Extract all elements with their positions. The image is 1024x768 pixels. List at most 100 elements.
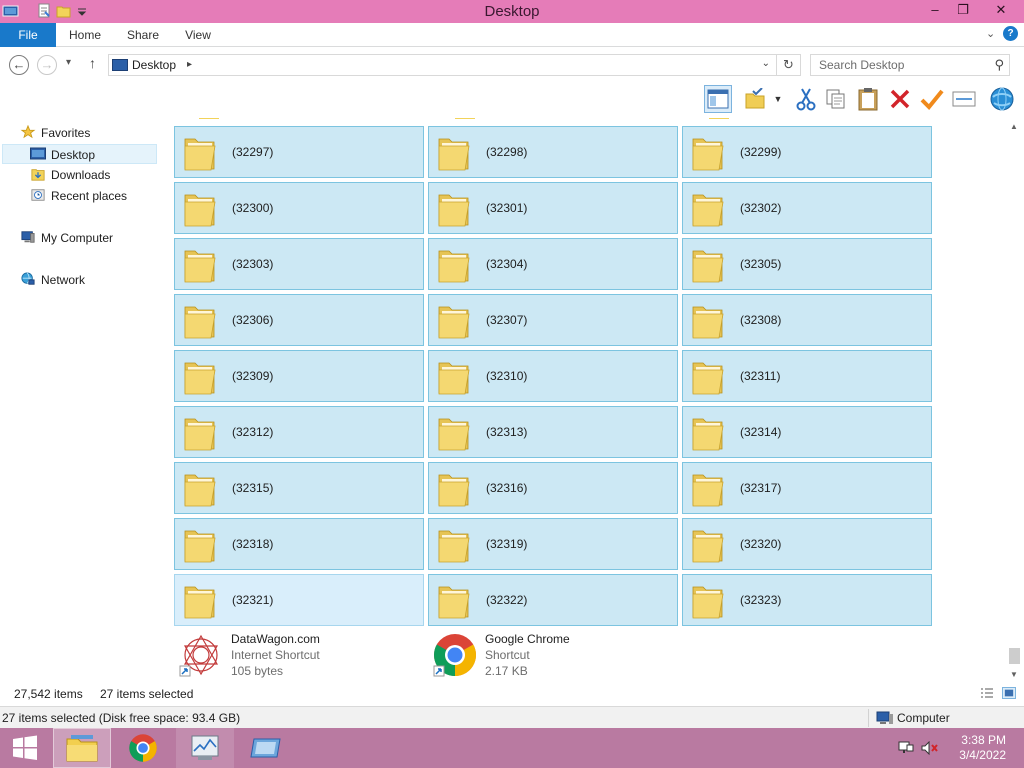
downloads-folder-icon [31, 169, 45, 181]
sidebar-item-favorites[interactable]: Favorites [20, 123, 90, 143]
back-button[interactable]: ← [9, 55, 29, 75]
search-icon[interactable]: ⚲ [994, 57, 1004, 73]
chrome-icon [129, 734, 157, 762]
forward-button[interactable]: → [37, 55, 57, 75]
folder-item[interactable]: (32300) [174, 182, 424, 234]
volume-muted-icon[interactable] [921, 741, 939, 755]
folder-item[interactable]: (32320) [682, 518, 932, 570]
tab-share[interactable]: Share [120, 23, 166, 47]
sidebar-item-desktop[interactable]: Desktop [2, 144, 157, 164]
recent-locations-icon[interactable]: ▾ [66, 57, 71, 68]
sidebar-item-label: Network [41, 273, 86, 287]
folder-item[interactable]: (32297) [174, 126, 424, 178]
shortcut-datawagon[interactable]: DataWagon.com Internet Shortcut 105 byte… [174, 630, 424, 683]
folder-name: (32302) [740, 201, 782, 215]
sidebar-item-downloads[interactable]: Downloads [30, 165, 110, 185]
folder-item[interactable]: (32311) [682, 350, 932, 402]
search-box[interactable]: Search Desktop ⚲ [810, 54, 1010, 76]
globe-icon [990, 87, 1014, 111]
folder-item[interactable]: (32309) [174, 350, 424, 402]
globe-button[interactable] [988, 85, 1016, 113]
select-menu-dropdown-icon[interactable]: ▼ [770, 85, 786, 113]
folder-item[interactable]: (32313) [428, 406, 678, 458]
folder-name: (32323) [740, 593, 782, 607]
ribbon-tabs: File Home Share View ⌄ ? [0, 23, 1024, 47]
scroll-down-icon[interactable]: ▼ [1010, 670, 1018, 679]
folder-item[interactable]: (32321) [174, 574, 424, 626]
folder-item[interactable]: (32319) [428, 518, 678, 570]
shortcut-google-chrome[interactable]: Google Chrome Shortcut 2.17 KB [428, 630, 678, 683]
status-divider [868, 709, 869, 727]
ribbon-collapse-icon[interactable]: ⌄ [986, 27, 995, 40]
properties-button[interactable] [950, 85, 978, 113]
delete-button[interactable] [886, 85, 914, 113]
close-button[interactable]: ✕ [980, 0, 1022, 21]
address-location[interactable]: Desktop [132, 58, 176, 72]
details-view-icon[interactable] [980, 687, 994, 699]
folder-item[interactable]: (32301) [428, 182, 678, 234]
status-bar: 27,542 items 27 items selected [0, 683, 1024, 705]
folder-item[interactable]: (32306) [174, 294, 424, 346]
sidebar-item-network[interactable]: Network [20, 270, 85, 290]
folder-item[interactable]: (32312) [174, 406, 424, 458]
folder-item[interactable]: (32307) [428, 294, 678, 346]
tab-home[interactable]: Home [62, 23, 108, 47]
help-icon[interactable]: ? [1003, 26, 1018, 41]
preview-pane-button[interactable] [704, 85, 732, 113]
refresh-button[interactable]: ↻ [776, 55, 800, 75]
taskbar-remote-desktop[interactable] [237, 728, 295, 768]
folder-item[interactable]: (32299) [682, 126, 932, 178]
envelope-icon [952, 91, 976, 107]
breadcrumb-chevron-icon[interactable]: ▸ [187, 59, 192, 70]
folder-item[interactable]: (32317) [682, 462, 932, 514]
sidebar-item-my-computer[interactable]: My Computer [20, 228, 113, 248]
up-button[interactable]: ↑ [89, 55, 96, 71]
checklist-folder-icon [745, 88, 765, 109]
minimize-button[interactable]: ‒ [920, 0, 950, 21]
taskbar-file-explorer[interactable] [53, 728, 111, 768]
folder-name: (32322) [486, 593, 528, 607]
taskbar-chrome[interactable] [114, 728, 172, 768]
folder-name: (32316) [486, 481, 528, 495]
taskbar-task-manager[interactable] [176, 728, 234, 768]
restore-button[interactable]: ❐ [948, 0, 978, 21]
orange-check-icon [920, 89, 944, 110]
folder-item[interactable]: (32315) [174, 462, 424, 514]
vertical-scrollbar[interactable]: ▲ ▼ [1005, 118, 1024, 683]
paste-button[interactable] [854, 85, 882, 113]
folder-item[interactable]: (32304) [428, 238, 678, 290]
select-menu-button[interactable] [742, 85, 770, 113]
address-bar[interactable]: Desktop ▸ ⌄ ↻ [108, 54, 801, 76]
red-x-icon [890, 89, 910, 109]
address-dropdown-icon[interactable]: ⌄ [762, 58, 770, 69]
large-icons-view-icon[interactable] [1002, 687, 1016, 699]
taskbar-clock[interactable]: 3:38 PM 3/4/2022 [959, 733, 1006, 763]
folder-item[interactable]: (32310) [428, 350, 678, 402]
tab-file[interactable]: File [0, 23, 56, 47]
search-input[interactable]: Search Desktop [819, 58, 904, 72]
folder-item[interactable]: (32316) [428, 462, 678, 514]
start-button[interactable] [0, 728, 50, 768]
sidebar-item-label: Favorites [41, 126, 91, 140]
sidebar-item-recent-places[interactable]: Recent places [30, 186, 127, 206]
cut-button[interactable] [792, 85, 820, 113]
selected-count: 27 items selected [100, 687, 194, 701]
folder-item[interactable]: (32305) [682, 238, 932, 290]
folder-item[interactable]: (32303) [174, 238, 424, 290]
folder-item[interactable]: (32302) [682, 182, 932, 234]
checkmark-button[interactable] [918, 85, 946, 113]
taskbar: 3:38 PM 3/4/2022 [0, 728, 1024, 768]
copy-button[interactable] [822, 85, 850, 113]
address-row: ← → ▾ ↑ Desktop ▸ ⌄ ↻ Search Desktop ⚲ [0, 48, 1024, 82]
folder-item[interactable]: (32318) [174, 518, 424, 570]
folder-item[interactable]: (32322) [428, 574, 678, 626]
folder-item[interactable]: (32298) [428, 126, 678, 178]
folder-item[interactable]: (32323) [682, 574, 932, 626]
folder-item[interactable]: (32314) [682, 406, 932, 458]
scroll-up-icon[interactable]: ▲ [1010, 122, 1018, 131]
folder-icon [692, 586, 724, 619]
scrollbar-thumb[interactable] [1009, 648, 1020, 664]
folder-item[interactable]: (32308) [682, 294, 932, 346]
network-tray-icon[interactable] [898, 741, 914, 755]
tab-view[interactable]: View [176, 23, 220, 47]
